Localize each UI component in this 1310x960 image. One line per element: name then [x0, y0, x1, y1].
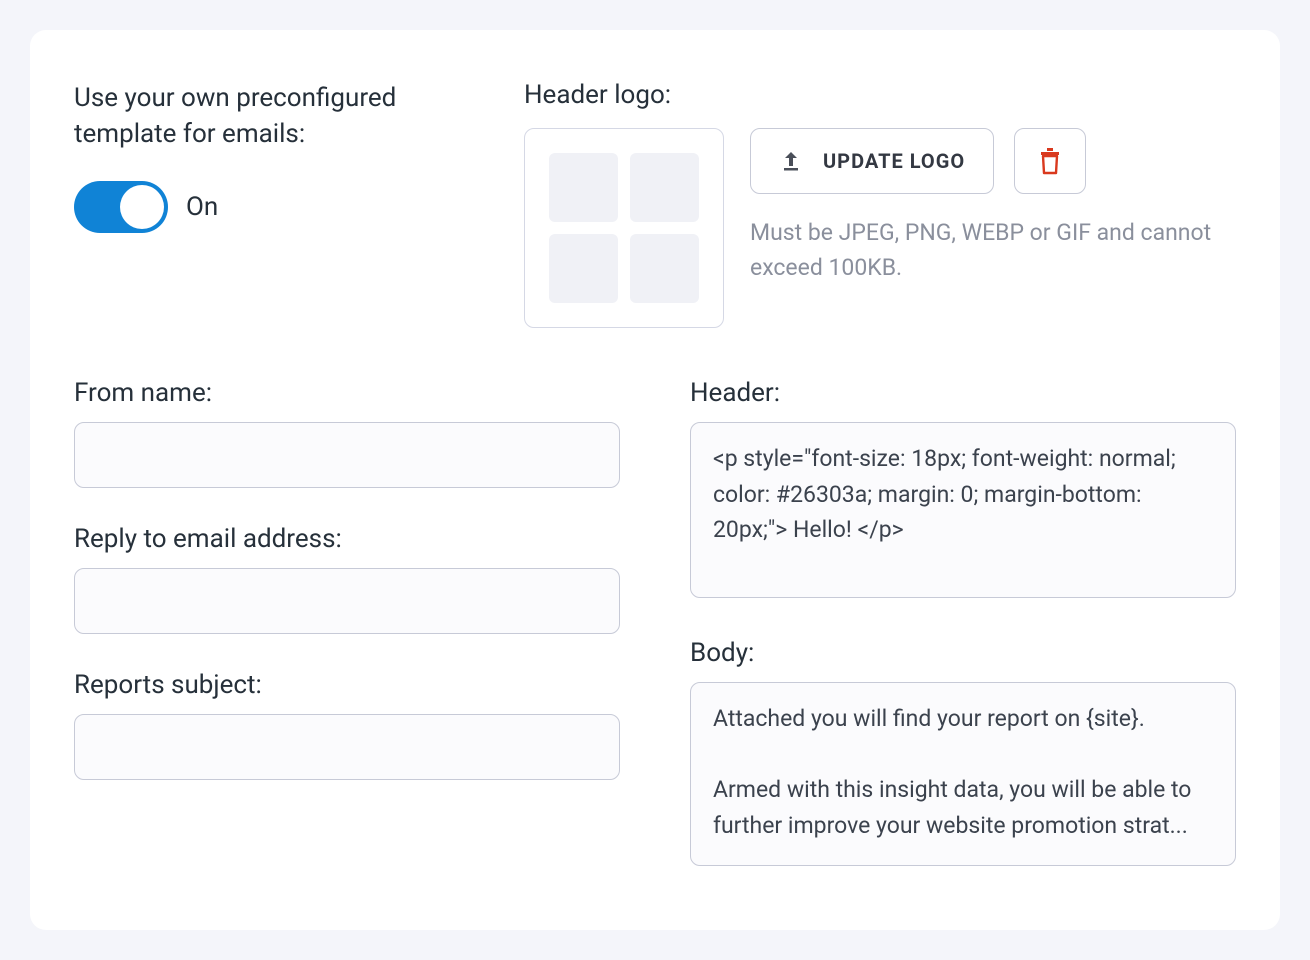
update-logo-label: UPDATE LOGO	[823, 149, 965, 173]
header-logo-label: Header logo:	[524, 80, 1236, 110]
logo-placeholder-tile	[630, 234, 699, 303]
template-toggle[interactable]	[74, 181, 168, 233]
form-grid: From name: Reply to email address: Repor…	[74, 378, 1236, 870]
header-logo-section: Header logo:	[524, 80, 1236, 328]
reports-subject-field: Reports subject:	[74, 670, 620, 780]
right-column: Header: Body:	[690, 378, 1236, 870]
logo-row: UPDATE LOGO Must be	[524, 128, 1236, 328]
header-label: Header:	[690, 378, 1236, 408]
reports-subject-label: Reports subject:	[74, 670, 620, 700]
delete-logo-button[interactable]	[1014, 128, 1086, 194]
logo-placeholder-tile	[630, 153, 699, 222]
logo-right-column: UPDATE LOGO Must be	[750, 128, 1236, 285]
reply-to-field: Reply to email address:	[74, 524, 620, 634]
body-label: Body:	[690, 638, 1236, 668]
from-name-field: From name:	[74, 378, 620, 488]
reply-to-label: Reply to email address:	[74, 524, 620, 554]
header-field: Header:	[690, 378, 1236, 602]
trash-icon	[1038, 147, 1062, 175]
logo-placeholder-tile	[549, 234, 618, 303]
template-toggle-heading: Use your own preconfigured template for …	[74, 80, 474, 153]
settings-card: Use your own preconfigured template for …	[30, 30, 1280, 930]
body-field: Body:	[690, 638, 1236, 870]
top-row: Use your own preconfigured template for …	[74, 80, 1236, 328]
header-textarea[interactable]	[690, 422, 1236, 598]
logo-placeholder-tile	[549, 153, 618, 222]
left-column: From name: Reply to email address: Repor…	[74, 378, 620, 870]
template-toggle-section: Use your own preconfigured template for …	[74, 80, 474, 328]
logo-hint: Must be JPEG, PNG, WEBP or GIF and canno…	[750, 216, 1236, 285]
reports-subject-input[interactable]	[74, 714, 620, 780]
logo-actions: UPDATE LOGO	[750, 128, 1236, 194]
update-logo-button[interactable]: UPDATE LOGO	[750, 128, 994, 194]
from-name-input[interactable]	[74, 422, 620, 488]
toggle-state-label: On	[186, 192, 218, 222]
from-name-label: From name:	[74, 378, 620, 408]
upload-icon	[779, 149, 803, 173]
toggle-knob	[120, 185, 164, 229]
toggle-row: On	[74, 181, 474, 233]
reply-to-input[interactable]	[74, 568, 620, 634]
logo-preview	[524, 128, 724, 328]
body-textarea[interactable]	[690, 682, 1236, 866]
